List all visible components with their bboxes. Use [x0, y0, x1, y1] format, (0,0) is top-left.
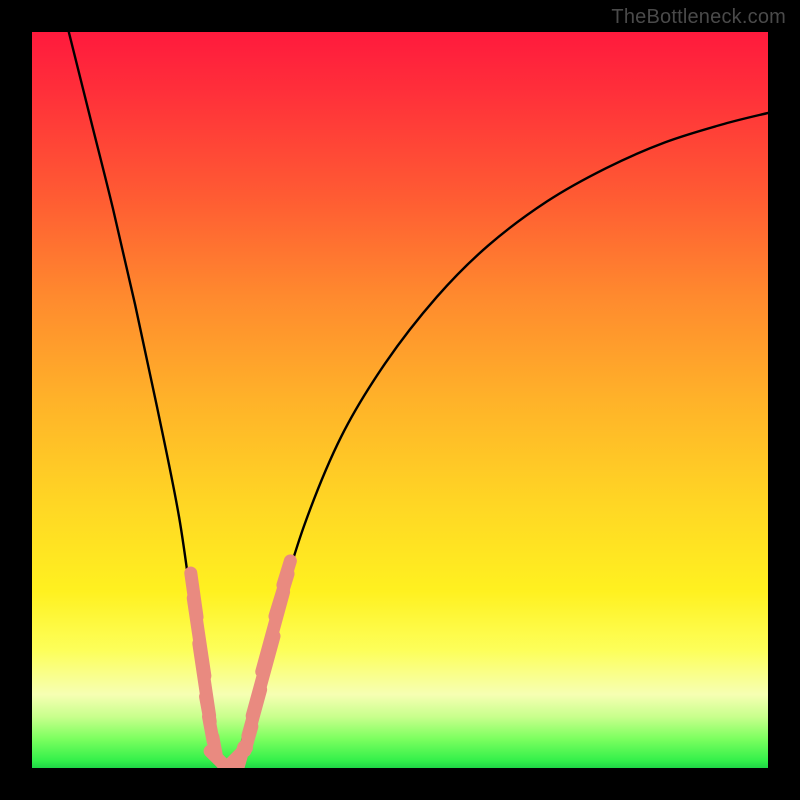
chart-svg	[32, 32, 768, 768]
watermark-text: TheBottleneck.com	[611, 6, 786, 29]
bottleneck-curve	[69, 32, 768, 764]
chart-frame: TheBottleneck.com	[0, 0, 800, 800]
marker-bead	[275, 553, 299, 593]
data-markers	[183, 553, 298, 768]
chart-plot-area	[32, 32, 768, 768]
